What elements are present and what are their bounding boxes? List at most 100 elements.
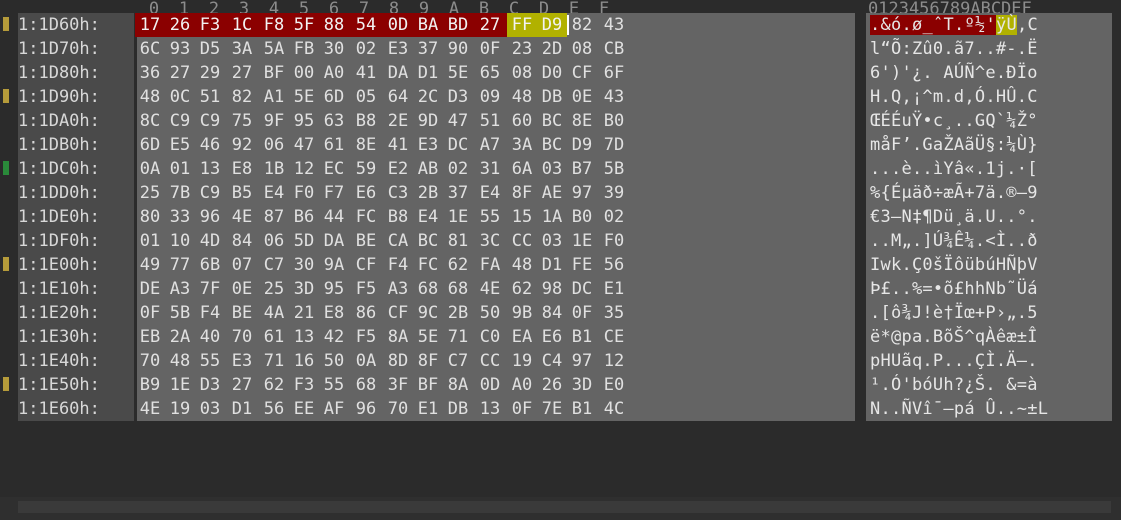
hex-byte-cell[interactable]: 61 [319, 133, 349, 157]
hex-byte-cell[interactable]: D1 [537, 253, 567, 277]
hex-byte-cell[interactable]: 41 [349, 61, 383, 85]
hex-byte-cell[interactable]: BF [259, 61, 289, 85]
hex-byte-cell[interactable]: B6 [289, 205, 319, 229]
hex-byte-cell[interactable]: 9A [319, 253, 349, 277]
hex-byte-cell[interactable]: B8 [383, 205, 413, 229]
hex-byte-cell[interactable]: 0E [225, 277, 259, 301]
hex-byte-cell[interactable]: E3 [383, 37, 413, 61]
hex-byte-cell[interactable]: D5 [195, 37, 225, 61]
hex-byte-cell[interactable]: 17 [135, 13, 165, 37]
hex-byte-cell[interactable]: C9 [195, 109, 225, 133]
hex-byte-cell[interactable]: EC [319, 157, 349, 181]
hex-byte-cell[interactable]: 5A [259, 37, 289, 61]
hex-byte-cell[interactable]: 6A [507, 157, 537, 181]
hex-byte-cell[interactable]: 3F [383, 373, 413, 397]
hex-byte-cell[interactable]: 55 [473, 205, 507, 229]
hex-byte-cell[interactable]: 8E [567, 109, 597, 133]
hex-byte-cell[interactable]: 0A [349, 349, 383, 373]
horizontal-scrollbar[interactable] [0, 497, 1121, 520]
hex-byte-cell[interactable]: 68 [349, 373, 383, 397]
hex-byte-cell[interactable]: 1E [165, 373, 195, 397]
hex-byte-cell[interactable]: 13 [289, 325, 319, 349]
hex-byte-cell[interactable]: 9D [413, 109, 443, 133]
hex-byte-cell[interactable]: 25 [259, 277, 289, 301]
hex-byte-cell[interactable]: 3A [507, 133, 537, 157]
hex-byte-cell[interactable]: D9 [567, 133, 597, 157]
hex-byte-cell[interactable]: 70 [383, 397, 413, 421]
hex-byte-cell[interactable]: 6C [135, 37, 165, 61]
hex-byte-cell[interactable]: CF [383, 301, 413, 325]
hex-byte-cell[interactable]: F4 [195, 301, 225, 325]
ascii-row-text[interactable]: .[ô¾J!è†Ïœ+P›„.5 [870, 301, 1111, 325]
hex-byte-cell[interactable]: BF [413, 373, 443, 397]
hex-byte-cell[interactable]: 27 [225, 61, 259, 85]
hex-byte-cell[interactable]: 8A [383, 325, 413, 349]
hex-byte-cell[interactable]: BA [413, 13, 443, 37]
hex-byte-cell[interactable]: DE [135, 277, 165, 301]
hex-byte-cell[interactable]: C4 [537, 349, 567, 373]
ascii-row-text[interactable]: Þ£..%=•õ£hhNb˜Üá [870, 277, 1111, 301]
hex-byte-cell[interactable]: 1B [259, 157, 289, 181]
hex-byte-cell[interactable]: F3 [289, 373, 319, 397]
hex-byte-cell[interactable]: 2B [443, 301, 473, 325]
hex-byte-cell[interactable]: 50 [473, 301, 507, 325]
hex-byte-cell[interactable]: 98 [537, 277, 567, 301]
hex-byte-cell[interactable]: D3 [195, 373, 225, 397]
hex-byte-cell[interactable]: 8F [413, 349, 443, 373]
hex-byte-cell[interactable]: FE [567, 253, 597, 277]
hex-byte-cell[interactable]: 0F [135, 301, 165, 325]
hex-byte-cell[interactable]: BE [225, 301, 259, 325]
hex-byte-cell[interactable]: 96 [349, 397, 383, 421]
hex-byte-cell[interactable]: 37 [443, 181, 473, 205]
hex-byte-cell[interactable]: AF [319, 397, 349, 421]
hex-editor-view[interactable]: 0 1 2 3 4 5 6 7 8 9 A B C D E F 0123456789ABCDEF 1:1D60h… [0, 0, 1121, 520]
hex-byte-cell[interactable]: 10 [165, 229, 195, 253]
hex-byte-cell[interactable]: 00 [289, 61, 319, 85]
hex-byte-cell[interactable]: 87 [259, 205, 289, 229]
hex-byte-cell[interactable]: 6B [195, 253, 225, 277]
hex-byte-cell[interactable]: 56 [597, 253, 631, 277]
hex-byte-cell[interactable]: 1A [537, 205, 567, 229]
hex-byte-cell[interactable]: 60 [507, 109, 537, 133]
ascii-row-text[interactable]: ¹.Ó'bóUh?¿Š. &=à [870, 373, 1111, 397]
hex-byte-cell[interactable]: 48 [165, 349, 195, 373]
hex-byte-cell[interactable]: BD [443, 13, 473, 37]
hex-byte-cell[interactable]: 61 [259, 325, 289, 349]
hex-byte-cell[interactable]: 27 [225, 373, 259, 397]
hex-byte-cell[interactable]: 4D [195, 229, 225, 253]
hex-byte-cell[interactable]: C9 [165, 109, 195, 133]
hex-byte-cell[interactable]: 7F [195, 277, 225, 301]
hex-byte-cell[interactable]: 43 [597, 85, 631, 109]
hex-byte-cell[interactable]: A1 [259, 85, 289, 109]
hex-byte-cell[interactable]: 97 [567, 181, 597, 205]
hex-byte-cell[interactable]: F7 [319, 181, 349, 205]
scrollbar-track[interactable] [18, 501, 1111, 513]
hex-byte-cell[interactable]: 6D [319, 85, 349, 109]
hex-byte-cell[interactable]: 96 [195, 205, 225, 229]
hex-byte-cell[interactable]: 03 [537, 229, 567, 253]
hex-byte-cell[interactable]: 06 [259, 133, 289, 157]
ascii-row-text[interactable]: €3–N‡¶Dü¸ä.U..°. [870, 205, 1111, 229]
hex-byte-cell[interactable]: FF [507, 13, 537, 37]
hex-byte-cell[interactable]: 77 [165, 253, 195, 277]
hex-byte-cell[interactable]: 80 [135, 205, 165, 229]
hex-byte-cell[interactable]: 42 [319, 325, 349, 349]
hex-byte-cell[interactable]: 50 [319, 349, 349, 373]
hex-byte-cell[interactable]: BC [537, 109, 567, 133]
hex-byte-cell[interactable]: 4E [135, 397, 165, 421]
hex-byte-cell[interactable]: 82 [567, 13, 597, 37]
hex-byte-cell[interactable]: 0D [383, 13, 413, 37]
hex-byte-cell[interactable]: CB [597, 37, 631, 61]
hex-byte-cell[interactable]: 02 [349, 37, 383, 61]
hex-byte-cell[interactable]: B7 [567, 157, 597, 181]
hex-byte-cell[interactable]: 8F [507, 181, 537, 205]
hex-byte-cell[interactable]: B0 [597, 109, 631, 133]
hex-byte-cell[interactable]: 3C [473, 229, 507, 253]
hex-byte-cell[interactable]: 33 [165, 205, 195, 229]
hex-byte-cell[interactable]: 9B [507, 301, 537, 325]
ascii-row-text[interactable]: ŒÉÉuŸ•c¸..GQ`¼Ž° [870, 109, 1111, 133]
hex-byte-cell[interactable]: 0F [507, 397, 537, 421]
hex-byte-cell[interactable]: A0 [507, 373, 537, 397]
hex-byte-cell[interactable]: 51 [473, 109, 507, 133]
hex-byte-cell[interactable]: 95 [289, 109, 319, 133]
